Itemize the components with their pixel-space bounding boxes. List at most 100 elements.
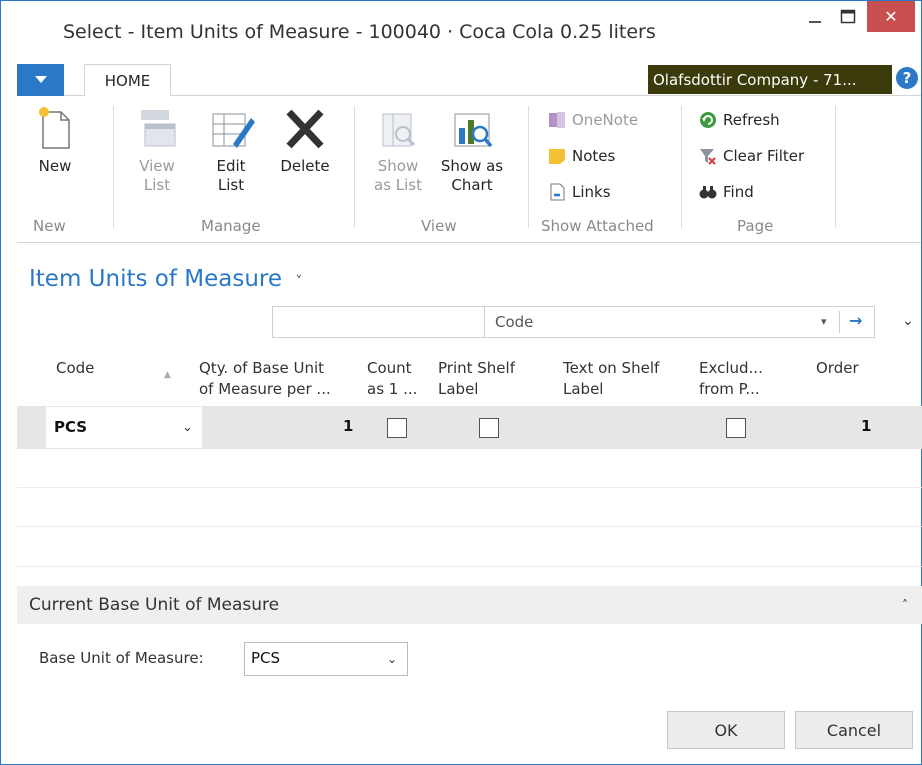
title-bar: Select - Item Units of Measure - 100040 … bbox=[1, 1, 921, 62]
ribbon-tabs: HOME Olafsdottir Company - 71... ? bbox=[17, 62, 921, 97]
view-list-label-1: View bbox=[139, 157, 175, 175]
code-value: PCS bbox=[54, 418, 88, 436]
header-label: Qty. of Base Unit bbox=[199, 359, 325, 377]
company-badge[interactable]: Olafsdottir Company - 71... bbox=[648, 65, 892, 94]
column-header-order[interactable]: Order bbox=[816, 358, 859, 379]
links-button[interactable]: Links bbox=[547, 182, 611, 202]
view-list-icon bbox=[141, 110, 176, 147]
chevron-down-icon: ⌄ bbox=[387, 652, 398, 666]
print-shelf-label-checkbox[interactable] bbox=[479, 418, 499, 438]
delete-button[interactable]: Delete bbox=[273, 104, 337, 176]
column-header-print-shelf[interactable]: Print Shelf Label bbox=[438, 358, 515, 400]
dialog-window: Select - Item Units of Measure - 100040 … bbox=[0, 0, 922, 765]
group-label-view: View bbox=[421, 217, 457, 235]
caret-down-icon bbox=[34, 76, 47, 83]
base-unit-label: Base Unit of Measure: bbox=[39, 649, 204, 667]
group-separator bbox=[354, 106, 355, 228]
filter-input[interactable] bbox=[275, 309, 479, 335]
show-as-list-icon bbox=[382, 113, 416, 147]
header-label: Order bbox=[816, 359, 859, 377]
group-separator bbox=[681, 106, 682, 228]
edit-list-button[interactable]: Edit List bbox=[204, 104, 258, 195]
filter-field-label: Code bbox=[495, 313, 534, 331]
edit-list-label-1: Edit bbox=[216, 157, 246, 175]
current-base-unit-section-header[interactable]: Current Base Unit of Measure ˄ bbox=[17, 586, 922, 624]
cancel-button[interactable]: Cancel bbox=[795, 711, 913, 749]
edit-list-icon bbox=[212, 113, 255, 148]
collapse-icon[interactable]: ˄ bbox=[902, 598, 908, 612]
table-row[interactable]: PCS ⌄ 1 1 bbox=[17, 406, 922, 449]
header-label: Label bbox=[563, 380, 604, 398]
group-separator bbox=[113, 106, 114, 228]
base-unit-select[interactable]: PCS ⌄ bbox=[244, 642, 408, 676]
page-title-text: Item Units of Measure bbox=[29, 266, 283, 292]
header-label: of Measure per ... bbox=[199, 380, 331, 398]
sort-ascending-icon: ▲ bbox=[164, 370, 171, 380]
expand-filter-icon[interactable]: ⌄ bbox=[902, 313, 914, 329]
group-separator bbox=[528, 106, 529, 228]
group-label-show-attached: Show Attached bbox=[541, 217, 654, 235]
header-label: Count bbox=[367, 359, 412, 377]
column-header-text-on-shelf[interactable]: Text on Shelf Label bbox=[563, 358, 659, 400]
find-button[interactable]: Find bbox=[698, 182, 754, 202]
maximize-icon bbox=[840, 9, 856, 23]
show-as-chart-label-1: Show as bbox=[440, 157, 504, 175]
row-divider bbox=[17, 566, 922, 567]
divider bbox=[839, 311, 840, 333]
header-label: as 1 ... bbox=[367, 380, 418, 398]
new-button[interactable]: New bbox=[31, 104, 79, 176]
help-icon[interactable]: ? bbox=[896, 67, 918, 89]
onenote-icon bbox=[549, 112, 565, 128]
onenote-label: OneNote bbox=[572, 111, 639, 129]
filter-field-select[interactable]: Code bbox=[484, 307, 824, 337]
filter-bar: Code ▾ → bbox=[272, 306, 875, 338]
column-header-count[interactable]: Count as 1 ... bbox=[367, 358, 417, 400]
ok-button[interactable]: OK bbox=[667, 711, 785, 749]
minimize-icon bbox=[809, 20, 821, 23]
view-list-label-2: List bbox=[143, 176, 171, 194]
exclude-checkbox[interactable] bbox=[726, 418, 746, 438]
refresh-label: Refresh bbox=[723, 111, 780, 129]
clear-filter-label: Clear Filter bbox=[723, 147, 805, 165]
clear-filter-icon bbox=[700, 149, 716, 165]
header-label: Code bbox=[56, 359, 95, 377]
ribbon-menu-button[interactable] bbox=[17, 64, 64, 96]
chevron-down-icon: ˅ bbox=[295, 274, 303, 290]
show-as-chart-button[interactable]: Show as Chart bbox=[437, 104, 507, 195]
chevron-down-icon[interactable]: ▾ bbox=[821, 315, 827, 328]
close-button[interactable]: ✕ bbox=[867, 1, 915, 32]
find-icon bbox=[699, 186, 717, 199]
show-as-chart-label-2: Chart bbox=[451, 176, 493, 194]
row-divider bbox=[17, 526, 922, 527]
column-header-exclude[interactable]: Exclud... from P... bbox=[699, 358, 763, 400]
column-header-code[interactable]: Code bbox=[56, 358, 94, 379]
header-label: Label bbox=[438, 380, 479, 398]
minimize-button[interactable] bbox=[800, 1, 830, 32]
tab-home[interactable]: HOME bbox=[84, 64, 171, 97]
page-title[interactable]: Item Units of Measure ˅ bbox=[29, 266, 302, 292]
header-label: Exclud... bbox=[699, 359, 763, 377]
maximize-button[interactable] bbox=[831, 1, 865, 32]
clear-filter-button[interactable]: Clear Filter bbox=[698, 146, 804, 166]
refresh-button[interactable]: Refresh bbox=[698, 110, 780, 130]
arrow-right-icon[interactable]: → bbox=[849, 311, 862, 330]
show-as-list-label-1: Show bbox=[377, 157, 419, 175]
header-label: Text on Shelf bbox=[563, 359, 660, 377]
section-title: Current Base Unit of Measure bbox=[29, 595, 280, 615]
column-header-qty[interactable]: Qty. of Base Unit of Measure per ... bbox=[199, 358, 331, 400]
window-title: Select - Item Units of Measure - 100040 … bbox=[63, 21, 656, 43]
notes-button[interactable]: Notes bbox=[547, 146, 615, 166]
group-label-manage: Manage bbox=[201, 217, 261, 235]
view-list-button[interactable]: View List bbox=[127, 104, 187, 195]
onenote-button[interactable]: OneNote bbox=[547, 110, 638, 130]
chevron-down-icon[interactable]: ⌄ bbox=[182, 420, 193, 435]
code-cell[interactable]: PCS ⌄ bbox=[45, 406, 203, 449]
row-divider bbox=[17, 487, 922, 488]
show-as-chart-icon bbox=[454, 113, 493, 148]
count-as-1-checkbox[interactable] bbox=[387, 418, 407, 438]
header-label: Print Shelf bbox=[438, 359, 515, 377]
delete-icon bbox=[286, 109, 324, 149]
group-separator bbox=[835, 106, 836, 228]
group-label-page: Page bbox=[737, 217, 774, 235]
show-as-list-button[interactable]: Show as List bbox=[367, 104, 429, 195]
